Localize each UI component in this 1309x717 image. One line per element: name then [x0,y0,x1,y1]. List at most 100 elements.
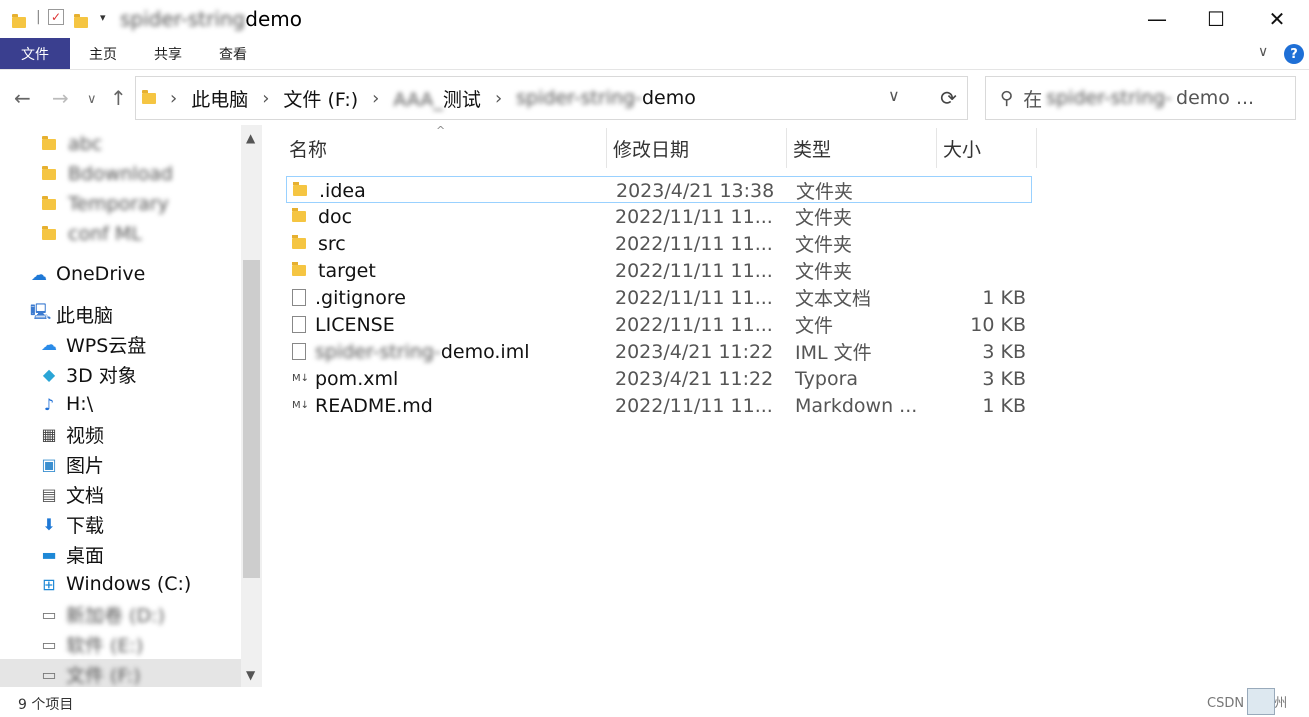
nav-onedrive[interactable]: ☁ OneDrive [30,259,145,289]
chevron-right-icon[interactable]: › [495,88,502,109]
file-row[interactable]: .gitignore 2022/11/11 11... 文本文档 1 KB [286,284,1032,311]
nav-documents[interactable]: ▤ 文档 [40,479,104,509]
large-icons-view-button[interactable] [1277,688,1303,713]
ribbon-tabs: 文件 主页 共享 查看 [0,38,1309,70]
nav-drive-d[interactable]: ▭ 新加卷 (D:) [40,599,164,629]
file-name: .gitignore [315,286,406,309]
column-name[interactable]: 名称 [283,128,607,168]
file-type: 文件 [795,315,834,337]
markdown-file-icon: M↓ [292,400,310,411]
nav-pictures[interactable]: ▣ 图片 [40,449,104,479]
up-button[interactable]: ↑ [110,86,127,110]
folder-icon [142,89,156,104]
nav-drive-e[interactable]: ▭ 软件 (E:) [40,629,143,659]
divider: | [36,9,41,25]
folder-icon [42,135,56,150]
scroll-up-icon[interactable]: ▲ [246,131,255,145]
file-type: 文件夹 [795,207,853,229]
column-size[interactable]: 大小 [937,128,1037,168]
nav-h-drive[interactable]: ♪ H:\ [40,389,93,419]
breadcrumb-test-folder[interactable]: AAA_测试 [393,85,481,112]
desktop-icon: ▬ [41,544,57,564]
nav-wps-cloud[interactable]: ☁ WPS云盘 [40,329,146,359]
search-box[interactable]: ⚲ 在 spider-string- demo ... [985,76,1296,120]
file-date: 2023/4/21 13:38 [616,179,775,202]
tab-share[interactable]: 共享 [145,38,191,69]
forward-button[interactable]: → [52,86,69,110]
file-date: 2022/11/11 11... [615,286,773,309]
search-placeholder-prefix: 在 [1023,88,1043,111]
breadcrumb-current-folder[interactable]: spider-string-demo [516,87,696,109]
file-size: 3 KB [982,340,1026,363]
chevron-right-icon[interactable]: › [372,88,379,109]
column-type[interactable]: 类型 [787,128,937,168]
file-size: 1 KB [982,394,1026,417]
details-view-button[interactable] [1247,688,1275,715]
nav-quick-access-item[interactable]: conf ML [42,219,142,249]
drive-icon: ▭ [41,604,57,624]
chevron-right-icon[interactable]: › [262,88,269,109]
file-row[interactable]: src 2022/11/11 11... 文件夹 [286,230,1032,257]
customize-toolbar-icon[interactable]: ▾ [100,11,106,24]
breadcrumb-drive-f[interactable]: 文件 (F:) [283,85,358,112]
new-folder-icon[interactable] [74,13,88,32]
tab-file[interactable]: 文件 [0,38,70,69]
expand-ribbon-icon[interactable]: ∨ [1258,44,1268,60]
file-date: 2023/4/21 11:22 [615,367,774,390]
folder-icon [292,235,306,249]
scroll-down-icon[interactable]: ▼ [246,668,255,682]
chevron-right-icon: › [170,87,178,109]
cloud-icon: ☁ [41,334,57,354]
markdown-file-icon: M↓ [292,373,310,384]
nav-quick-access-item[interactable]: Temporary [42,189,169,219]
file-type: 文件夹 [795,261,853,283]
close-button[interactable]: ✕ [1248,0,1306,38]
file-size: 1 KB [982,286,1026,309]
properties-icon[interactable]: ✓ [48,9,64,25]
tab-home[interactable]: 主页 [80,38,126,69]
nav-windows-c[interactable]: ⊞ Windows (C:) [40,569,191,599]
file-row[interactable]: M↓ pom.xml 2023/4/21 11:22 Typora 3 KB [286,365,1032,392]
minimize-button[interactable]: — [1128,0,1186,38]
nav-this-pc[interactable]: 🖳 此电脑 [30,299,113,329]
column-date-modified[interactable]: 修改日期 [607,128,787,168]
status-bar: 9 个项目 [0,690,1309,717]
file-row[interactable]: spider-string-demo.iml 2023/4/21 11:22 I… [286,338,1032,365]
nav-downloads[interactable]: ⬇ 下载 [40,509,104,539]
nav-drive-f[interactable]: ▭ 文件 (F:) [0,659,241,687]
scrollbar-thumb[interactable] [243,260,260,578]
nav-desktop[interactable]: ▬ 桌面 [40,539,104,569]
file-row[interactable]: target 2022/11/11 11... 文件夹 [286,257,1032,284]
cloud-icon: ☁ [31,264,47,284]
address-bar[interactable]: › 此电脑 › 文件 (F:) › AAA_测试 › spider-string… [135,76,968,120]
document-icon: ▤ [41,484,57,504]
breadcrumb: › 此电脑 › 文件 (F:) › AAA_测试 › spider-string… [142,77,696,119]
file-type: 文件夹 [795,234,853,256]
file-row[interactable]: .idea 2023/4/21 13:38 文件夹 [286,176,1032,203]
back-button[interactable]: ← [14,86,31,110]
file-name: doc [318,205,353,228]
file-date: 2022/11/11 11... [615,205,773,228]
address-dropdown-icon[interactable]: ∨ [888,86,900,105]
nav-quick-access-item[interactable]: Bdownload [42,159,173,189]
file-date: 2022/11/11 11... [615,394,773,417]
file-name-blurred: spider-string- [315,340,441,363]
folder-icon [293,182,307,196]
file-row[interactable]: M↓ README.md 2022/11/11 11... Markdown ..… [286,392,1032,419]
file-date: 2022/11/11 11... [615,259,773,282]
search-placeholder-suffix: demo ... [1176,87,1255,109]
nav-videos[interactable]: ▦ 视频 [40,419,104,449]
maximize-button[interactable]: ☐ [1187,0,1245,38]
file-row[interactable]: doc 2022/11/11 11... 文件夹 [286,203,1032,230]
breadcrumb-this-pc[interactable]: 此电脑 [191,85,248,112]
tab-view[interactable]: 查看 [210,38,256,69]
navigation-pane: abc Bdownload Temporary conf ML ☁ OneDriv… [0,125,262,687]
file-size: 3 KB [982,367,1026,390]
refresh-button[interactable]: ⟳ [930,76,968,120]
file-row[interactable]: LICENSE 2022/11/11 11... 文件 10 KB [286,311,1032,338]
recent-locations-button[interactable]: ∨ [87,92,97,107]
nav-quick-access-item[interactable]: abc [42,129,102,159]
search-placeholder-blur: spider-string- [1046,87,1173,109]
nav-3d-objects[interactable]: ◆ 3D 对象 [40,359,137,389]
help-button[interactable]: ? [1284,44,1304,64]
